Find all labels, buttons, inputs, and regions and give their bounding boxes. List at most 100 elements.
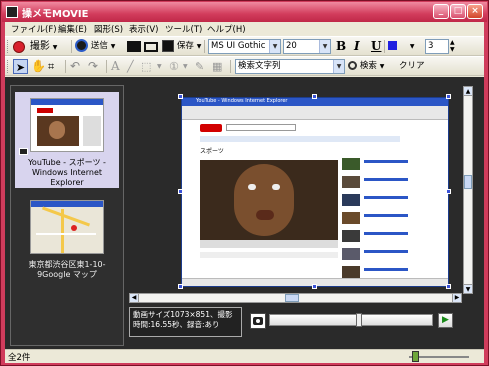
horizontal-scrollbar[interactable]: ◀ ▶	[129, 293, 462, 303]
font-size-select[interactable]: 20 ▼	[283, 39, 331, 54]
menu-help[interactable]: ヘルプ(H)	[207, 23, 246, 35]
line-width-field[interactable]: 3	[425, 39, 449, 54]
chevron-down-icon[interactable]: ▼	[319, 40, 330, 53]
youtube-logo	[200, 124, 222, 132]
resize-handle[interactable]	[446, 94, 451, 99]
thumbnail-image	[30, 98, 104, 152]
undo-icon[interactable]: ↶	[70, 59, 80, 74]
font-name-select[interactable]: MS UI Gothic ▼	[208, 39, 281, 54]
menu-file[interactable]: ファイル(F)	[11, 23, 57, 35]
scroll-left-icon[interactable]: ◀	[130, 294, 139, 302]
shape-tool-icon[interactable]: ⬚	[141, 59, 151, 74]
tools-toolbar: ➤ ✋ ⌗ ↶ ↷ A ╱ ⬚ ▼ ① ▼ ✎ ▦ 検索文字列 ▼ 検索 ▼ ク…	[5, 56, 484, 76]
maximize-button[interactable]: □	[450, 4, 466, 19]
record-label: 撮影	[29, 41, 50, 52]
vertical-scrollbar[interactable]: ▲ ▼	[463, 86, 473, 294]
vertical-scroll-thumb[interactable]	[464, 175, 472, 189]
toolbar-separator	[71, 40, 72, 53]
horizontal-scroll-thumb[interactable]	[285, 294, 299, 302]
search-button[interactable]: 検索 ▼	[348, 59, 384, 74]
seek-bar[interactable]	[269, 313, 433, 327]
chevron-down-icon: ▼	[110, 43, 116, 50]
search-icon	[348, 61, 357, 70]
chevron-down-icon: ▼	[379, 63, 385, 70]
underline-button[interactable]: U	[371, 39, 381, 54]
crop-tool-icon[interactable]: ⌗	[48, 59, 54, 74]
toolbar-separator	[106, 60, 107, 73]
menu-shape[interactable]: 図形(S)	[94, 23, 123, 35]
browser-tabs	[200, 136, 400, 142]
folder-button[interactable]	[127, 39, 141, 54]
hand-tool-icon[interactable]: ✋	[31, 59, 46, 74]
resize-handle[interactable]	[178, 284, 183, 289]
thumbnail-item[interactable]: YouTube - スポーツ - Windows Internet Explor…	[15, 92, 119, 188]
mosaic-tool-icon[interactable]: ▦	[212, 59, 222, 74]
send-button[interactable]: 送信 ▼	[75, 39, 115, 54]
title-bar[interactable]: 操メモMOVIE _ □ ×	[2, 2, 487, 22]
envelope-icon	[144, 41, 158, 52]
toolbar-grip[interactable]	[7, 40, 10, 53]
chevron-down-icon[interactable]: ▼	[183, 59, 188, 74]
font-name-value: MS UI Gothic	[211, 41, 266, 51]
line-width-value: 3	[428, 41, 434, 51]
clear-button[interactable]: クリア	[399, 59, 425, 74]
pointer-tool-icon[interactable]: ➤	[13, 59, 28, 74]
line-tool-icon[interactable]: ╱	[127, 59, 134, 74]
close-button[interactable]: ×	[467, 4, 483, 19]
bold-button[interactable]: B	[336, 39, 346, 54]
resize-handle[interactable]	[312, 94, 317, 99]
video-info-bar	[200, 252, 338, 258]
chevron-down-icon[interactable]: ▼	[269, 40, 280, 53]
seek-thumb[interactable]	[356, 313, 362, 327]
chevron-down-icon[interactable]: ▼	[157, 59, 162, 74]
browser-search-box	[226, 124, 296, 131]
send-label: 送信	[90, 41, 108, 51]
mail-button[interactable]	[144, 39, 158, 54]
record-icon	[13, 40, 25, 53]
resize-handle[interactable]	[446, 284, 451, 289]
line-width-spinner[interactable]: ▲ ▼	[450, 39, 455, 54]
resize-handle[interactable]	[312, 284, 317, 289]
chevron-down-icon[interactable]: ▼	[333, 60, 344, 73]
video-frame	[200, 160, 338, 240]
camera-icon	[19, 148, 28, 155]
menu-view[interactable]: 表示(V)	[129, 23, 158, 35]
color-swatch	[388, 41, 397, 50]
toolbar-grip[interactable]	[7, 60, 10, 73]
video-controls	[200, 240, 338, 248]
capture-preview[interactable]: YouTube - Windows Internet Explorer スポーツ	[181, 97, 449, 287]
scroll-right-icon[interactable]: ▶	[452, 294, 461, 302]
snapshot-button[interactable]	[250, 313, 266, 329]
app-window: 操メモMOVIE _ □ × ファイル(F) 編集(E) 図形(S) 表示(V)…	[0, 0, 489, 366]
scroll-down-icon[interactable]: ▼	[464, 284, 472, 293]
italic-button[interactable]: I	[354, 39, 360, 54]
suggestions-list	[342, 158, 412, 278]
pen-tool-icon[interactable]: ✎	[195, 59, 204, 74]
resize-handle[interactable]	[178, 189, 183, 194]
record-button[interactable]: 撮影 ▼	[13, 39, 57, 54]
font-size-value: 20	[286, 41, 297, 51]
number-tool-icon[interactable]: ①	[169, 59, 179, 74]
toolbar-separator	[230, 60, 231, 73]
resize-handle[interactable]	[446, 189, 451, 194]
search-label: 検索	[359, 61, 377, 71]
play-button[interactable]: ▶	[438, 313, 453, 328]
scroll-up-icon[interactable]: ▲	[464, 87, 472, 96]
resize-handle[interactable]	[178, 94, 183, 99]
thumbnail-item[interactable]: 東京都渋谷区東1-10-9Google マップ	[15, 194, 119, 290]
menu-bar: ファイル(F) 編集(E) 図形(S) 表示(V) ツール(T) ヘルプ(H)	[5, 22, 484, 36]
menu-tools[interactable]: ツール(T)	[165, 23, 202, 35]
browser-title: YouTube - Windows Internet Explorer	[196, 98, 288, 104]
zoom-slider-thumb[interactable]	[412, 351, 419, 362]
minimize-button[interactable]: _	[433, 4, 449, 19]
text-tool-icon[interactable]: A	[111, 59, 120, 74]
search-input[interactable]: 検索文字列 ▼	[235, 59, 345, 74]
browser-toolbar	[182, 106, 448, 120]
browser-titlebar: YouTube - Windows Internet Explorer	[182, 98, 448, 106]
globe-icon	[75, 39, 88, 52]
redo-icon[interactable]: ↷	[88, 59, 98, 74]
color-button[interactable]: ▼	[388, 39, 415, 54]
save-button[interactable]: 保存 ▼	[162, 39, 201, 54]
menu-edit[interactable]: 編集(E)	[58, 23, 87, 35]
map-image	[30, 200, 104, 254]
